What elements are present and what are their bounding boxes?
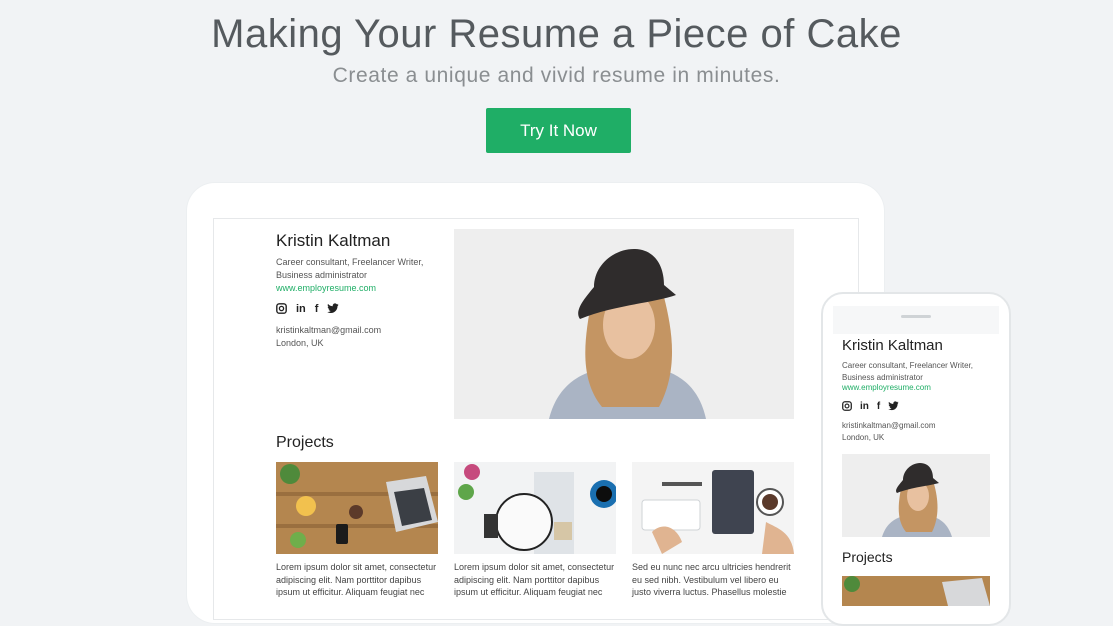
phone-top-area [833, 306, 999, 334]
project-description-1: Lorem ipsum dolor sit amet, consectetur … [276, 562, 437, 597]
try-it-now-button[interactable]: Try It Now [486, 108, 631, 153]
resume-name: Kristin Kaltman [276, 231, 391, 250]
phone-speaker [901, 315, 931, 318]
resume-role: Career consultant, Freelancer Writer, Bu… [276, 257, 424, 280]
facebook-icon[interactable]: f [315, 303, 319, 315]
resume-location: London, UK [276, 338, 324, 348]
mobile-resume-email: kristinkaltman@gmail.com [842, 421, 936, 430]
mobile-project-thumb-1[interactable] [842, 576, 990, 606]
resume-website-link[interactable]: www.employresume.com [276, 283, 376, 293]
facebook-icon[interactable]: f [877, 401, 880, 412]
desktop-resume-preview: Kristin Kaltman Career consultant, Freel… [213, 218, 859, 620]
linkedin-icon[interactable]: in [296, 303, 306, 315]
twitter-icon[interactable] [888, 401, 899, 411]
mobile-resume-name: Kristin Kaltman [842, 337, 943, 354]
mobile-profile-photo [842, 454, 990, 537]
profile-photo [454, 229, 794, 419]
project-description-3: Sed eu nunc nec arcu ultricies hendrerit… [632, 562, 791, 597]
mobile-resume-location: London, UK [842, 433, 885, 442]
project-description-2: Lorem ipsum dolor sit amet, consectetur … [454, 562, 615, 597]
resume-email: kristinkaltman@gmail.com [276, 325, 382, 335]
mobile-resume-website-link[interactable]: www.employresume.com [842, 383, 931, 392]
project-thumb-1[interactable] [276, 462, 438, 554]
project-thumb-3[interactable] [632, 462, 794, 554]
linkedin-icon[interactable]: in [860, 401, 869, 412]
mobile-projects-heading: Projects [842, 549, 893, 565]
instagram-icon[interactable] [842, 401, 852, 411]
twitter-icon[interactable] [327, 303, 339, 314]
page-subtitle: Create a unique and vivid resume in minu… [332, 64, 781, 87]
social-icons: in f [276, 303, 339, 315]
project-thumb-2[interactable] [454, 462, 616, 554]
projects-heading: Projects [276, 434, 334, 451]
instagram-icon[interactable] [276, 303, 287, 314]
mobile-social-icons: in f [842, 401, 899, 412]
mobile-resume-role: Career consultant, Freelancer Writer, Bu… [842, 361, 974, 382]
page-title: Making Your Resume a Piece of Cake [211, 12, 902, 56]
